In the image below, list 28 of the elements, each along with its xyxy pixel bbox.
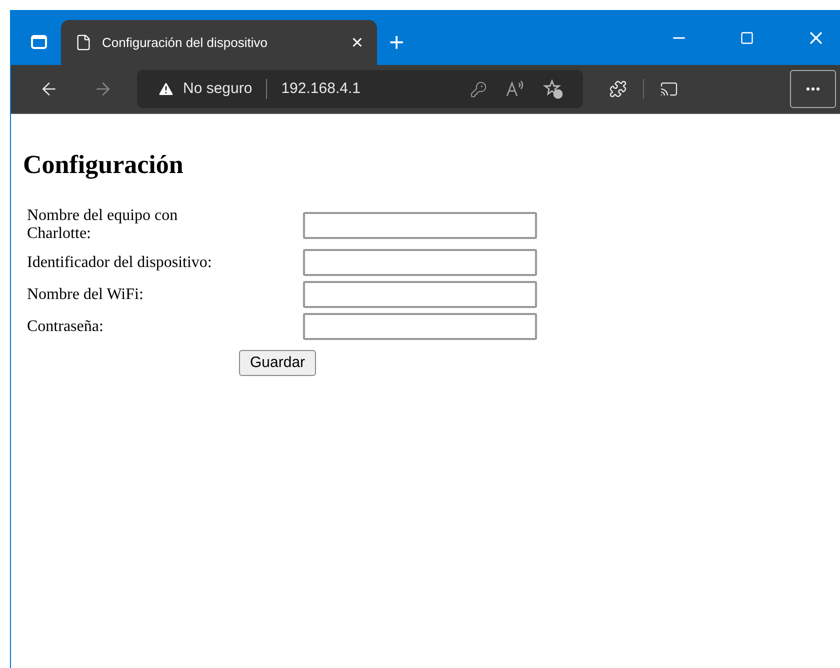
field-label: Contraseña: bbox=[27, 318, 104, 336]
address-bar[interactable]: No seguro 192.168.4.1 bbox=[137, 70, 583, 108]
maximize-icon[interactable] bbox=[740, 30, 754, 44]
page-heading: Configuración bbox=[23, 149, 184, 181]
field-label: Identificador del dispositivo: bbox=[27, 254, 213, 272]
more-icon bbox=[806, 87, 820, 91]
security-label: No seguro bbox=[183, 78, 252, 99]
save-button[interactable]: Guardar bbox=[239, 350, 316, 376]
field-label: Nombre del equipo con Charlotte: bbox=[27, 206, 179, 244]
input-field[interactable] bbox=[303, 212, 537, 238]
input-field[interactable] bbox=[303, 313, 537, 340]
key-icon[interactable] bbox=[470, 80, 487, 98]
input-field[interactable] bbox=[303, 249, 537, 276]
more-button[interactable] bbox=[790, 70, 836, 108]
tab-close-button[interactable]: × bbox=[351, 32, 363, 52]
warning-icon bbox=[157, 80, 175, 98]
favorites-icon[interactable] bbox=[543, 79, 563, 99]
url-text: 192.168.4.1 bbox=[281, 78, 360, 99]
new-tab-button[interactable]: + bbox=[377, 20, 416, 65]
tab-actions-icon[interactable] bbox=[31, 34, 47, 48]
browser-tab[interactable]: Configuración del dispositivo × bbox=[61, 20, 377, 65]
cast-icon[interactable] bbox=[660, 80, 678, 98]
field-label: Nombre del WiFi: bbox=[27, 286, 144, 304]
extensions-icon[interactable] bbox=[609, 80, 627, 98]
read-aloud-icon[interactable] bbox=[505, 80, 525, 98]
tab-title: Configuración del dispositivo bbox=[102, 34, 268, 52]
input-field[interactable] bbox=[303, 281, 537, 308]
page-icon bbox=[75, 34, 92, 51]
